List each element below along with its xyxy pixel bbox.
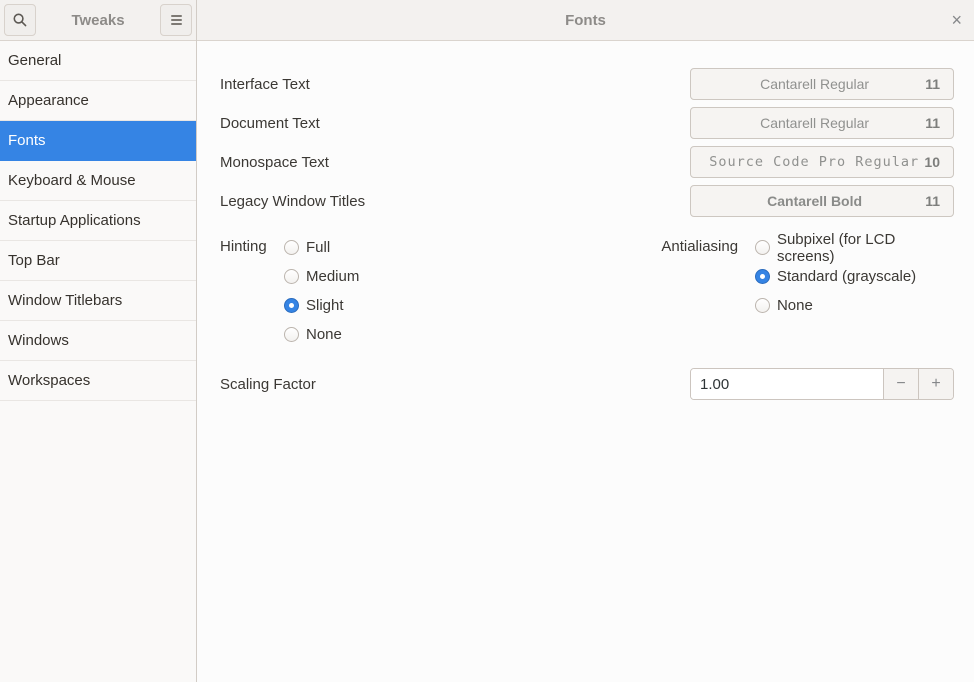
font-name: Cantarell Regular <box>704 115 925 131</box>
hinting-options: Full Medium Slight None <box>284 233 359 349</box>
monospace-font-button[interactable]: Source Code Pro Regular 10 <box>690 146 954 178</box>
font-name: Source Code Pro Regular <box>704 154 924 170</box>
interface-font-button[interactable]: Cantarell Regular 11 <box>690 68 954 100</box>
antialiasing-label: Antialiasing <box>661 233 755 349</box>
sidebar-item-fonts[interactable]: Fonts <box>0 121 196 161</box>
scaling-factor-input[interactable]: 1.00 <box>691 369 883 399</box>
antialiasing-group: Antialiasing Subpixel (for LCD screens) … <box>661 233 954 349</box>
increase-button[interactable]: + <box>918 369 953 399</box>
radio-label: Subpixel (for LCD screens) <box>777 231 954 265</box>
document-font-button[interactable]: Cantarell Regular 11 <box>690 107 954 139</box>
antialiasing-options: Subpixel (for LCD screens) Standard (gra… <box>755 233 954 349</box>
search-icon <box>12 12 28 28</box>
main-header: Fonts × <box>197 0 974 41</box>
radio-circle-icon <box>755 298 770 313</box>
page-title: Fonts <box>565 12 606 29</box>
close-icon: × <box>951 10 962 31</box>
hinting-label: Hinting <box>220 233 284 349</box>
legacy-window-titles-label: Legacy Window Titles <box>220 193 365 210</box>
legacy-window-titles-row: Legacy Window Titles Cantarell Bold 11 <box>220 185 954 217</box>
sidebar-item-keyboard-mouse[interactable]: Keyboard & Mouse <box>0 161 196 201</box>
radio-circle-icon <box>755 269 770 284</box>
rendering-options: Hinting Full Medium Slight <box>220 233 954 349</box>
fonts-settings-panel: Interface Text Cantarell Regular 11 Docu… <box>197 41 974 682</box>
radio-hinting-none[interactable]: None <box>284 320 359 349</box>
main-pane: Fonts × Interface Text Cantarell Regular… <box>197 0 974 682</box>
plus-icon: + <box>931 375 940 392</box>
radio-label: None <box>777 297 813 314</box>
hamburger-menu-icon <box>171 13 182 27</box>
monospace-text-label: Monospace Text <box>220 154 329 171</box>
scaling-factor-label: Scaling Factor <box>220 376 316 393</box>
hinting-group: Hinting Full Medium Slight <box>220 233 661 349</box>
document-text-label: Document Text <box>220 115 320 132</box>
radio-circle-icon <box>284 327 299 342</box>
sidebar-item-workspaces[interactable]: Workspaces <box>0 361 196 401</box>
decrease-button[interactable]: − <box>883 369 918 399</box>
interface-text-row: Interface Text Cantarell Regular 11 <box>220 68 954 100</box>
radio-circle-icon <box>284 269 299 284</box>
sidebar-header: Tweaks <box>0 0 196 41</box>
radio-circle-icon <box>755 240 770 255</box>
radio-label: Standard (grayscale) <box>777 268 916 285</box>
sidebar-item-general[interactable]: General <box>0 41 196 81</box>
sidebar-item-top-bar[interactable]: Top Bar <box>0 241 196 281</box>
radio-label: None <box>306 326 342 343</box>
close-button[interactable]: × <box>951 0 962 41</box>
tweaks-window: Tweaks General Appearance Fonts Keyboard… <box>0 0 974 682</box>
scaling-factor-spinbutton: 1.00 − + <box>690 368 954 400</box>
sidebar-item-startup-applications[interactable]: Startup Applications <box>0 201 196 241</box>
radio-circle-icon <box>284 298 299 313</box>
search-button[interactable] <box>4 4 36 36</box>
sidebar-item-window-titlebars[interactable]: Window Titlebars <box>0 281 196 321</box>
radio-label: Medium <box>306 268 359 285</box>
font-size: 11 <box>925 115 940 131</box>
font-name: Cantarell Bold <box>704 193 925 209</box>
font-size: 11 <box>925 76 940 92</box>
radio-label: Full <box>306 239 330 256</box>
font-size: 11 <box>925 193 940 209</box>
scaling-factor-row: Scaling Factor 1.00 − + <box>220 368 954 400</box>
sidebar-item-windows[interactable]: Windows <box>0 321 196 361</box>
radio-label: Slight <box>306 297 344 314</box>
radio-hinting-slight[interactable]: Slight <box>284 291 359 320</box>
sidebar: Tweaks General Appearance Fonts Keyboard… <box>0 0 197 682</box>
sidebar-item-appearance[interactable]: Appearance <box>0 81 196 121</box>
radio-antialiasing-none[interactable]: None <box>755 291 954 320</box>
radio-antialiasing-subpixel[interactable]: Subpixel (for LCD screens) <box>755 233 954 262</box>
font-size: 10 <box>924 154 940 170</box>
radio-hinting-medium[interactable]: Medium <box>284 262 359 291</box>
menu-button[interactable] <box>160 4 192 36</box>
minus-icon: − <box>896 375 905 392</box>
font-name: Cantarell Regular <box>704 76 925 92</box>
radio-antialiasing-standard[interactable]: Standard (grayscale) <box>755 262 954 291</box>
document-text-row: Document Text Cantarell Regular 11 <box>220 107 954 139</box>
monospace-text-row: Monospace Text Source Code Pro Regular 1… <box>220 146 954 178</box>
radio-circle-icon <box>284 240 299 255</box>
radio-hinting-full[interactable]: Full <box>284 233 359 262</box>
sidebar-list: General Appearance Fonts Keyboard & Mous… <box>0 41 196 682</box>
interface-text-label: Interface Text <box>220 76 310 93</box>
legacy-titles-font-button[interactable]: Cantarell Bold 11 <box>690 185 954 217</box>
